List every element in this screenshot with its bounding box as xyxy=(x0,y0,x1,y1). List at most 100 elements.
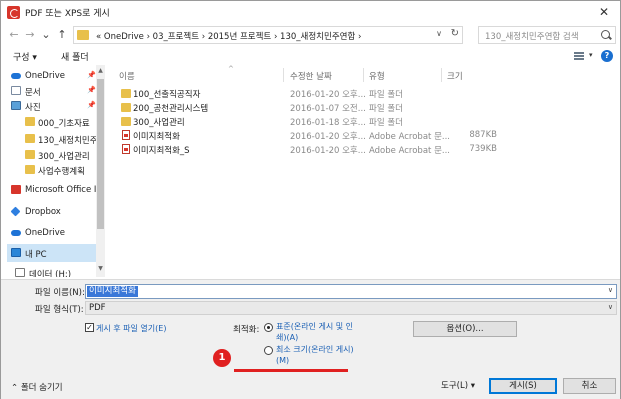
new-folder-button[interactable]: 새 폴더 xyxy=(61,50,89,63)
folder-icon xyxy=(25,150,35,159)
hide-folders-toggle[interactable]: ⌃ 폴더 숨기기 xyxy=(11,381,63,393)
column-header-size[interactable]: 크기 xyxy=(447,70,463,82)
column-divider[interactable] xyxy=(283,68,284,82)
file-row[interactable]: 이미지최적화_S 2016-01-20 오후... Adobe Acrobat … xyxy=(111,142,611,157)
options-button[interactable]: 옵션(O)... xyxy=(413,321,517,337)
chevron-down-icon[interactable]: ∨ xyxy=(608,286,613,294)
pin-icon: 📌 xyxy=(87,86,96,94)
radio-minimum[interactable] xyxy=(264,346,273,355)
refresh-icon[interactable]: ↻ xyxy=(451,28,459,39)
scroll-down-icon[interactable]: ▼ xyxy=(96,265,105,272)
help-icon[interactable]: ? xyxy=(601,50,613,62)
sidebar-item-drive-h[interactable]: 데이터 (H:) xyxy=(7,264,99,277)
office-icon xyxy=(11,185,21,194)
folder-icon xyxy=(121,103,131,112)
search-input[interactable]: 130_새정치민주연합 검색 xyxy=(478,26,616,44)
address-bar[interactable]: « OneDrive › 03_프로젝트 › 2015년 프로젝트 › 130_… xyxy=(73,26,463,44)
cancel-button[interactable]: 취소 xyxy=(563,378,616,394)
breadcrumb[interactable]: « OneDrive › 03_프로젝트 › 2015년 프로젝트 › 130_… xyxy=(96,30,361,42)
file-row[interactable]: 100_선출직공직자 2016-01-20 오후... 파일 폴더 xyxy=(111,86,611,101)
filetype-select[interactable]: PDF ∨ xyxy=(85,301,617,315)
dropbox-icon xyxy=(10,206,21,217)
open-after-publish-label[interactable]: 게시 후 파일 열기(E) xyxy=(96,323,166,334)
recent-dropdown-icon[interactable]: ⌄ xyxy=(39,27,53,43)
file-name: 300_사업관리 xyxy=(133,118,185,128)
document-icon xyxy=(11,86,21,95)
view-options-icon[interactable] xyxy=(574,52,584,60)
sidebar-item-label: 데이터 (H:) xyxy=(29,270,72,277)
file-row[interactable]: 300_사업관리 2016-01-18 오후... 파일 폴더 xyxy=(111,114,611,129)
command-bar: 구성 ▾ 새 폴더 ▾ ? xyxy=(1,47,620,65)
up-button[interactable]: ↑ xyxy=(55,27,69,43)
view-dropdown-icon[interactable]: ▾ xyxy=(589,51,593,59)
file-row[interactable]: 200_공천관리시스템 2016-01-07 오전... 파일 폴더 xyxy=(111,100,611,115)
sidebar-scrollbar[interactable]: ▲ ▼ xyxy=(96,65,105,277)
tools-button[interactable]: 도구(L) ▾ xyxy=(434,378,482,394)
address-dropdown-icon[interactable]: ∨ xyxy=(436,29,442,38)
file-type: 파일 폴더 xyxy=(369,118,403,128)
filename-value[interactable]: 이미지최적화 xyxy=(87,286,138,297)
file-date: 2016-01-20 오후... xyxy=(290,146,366,156)
radio-standard[interactable] xyxy=(264,323,273,332)
sidebar-item-dropbox[interactable]: Dropbox xyxy=(7,203,99,221)
radio-minimum-label[interactable]: 최소 크기(온라인 게시)(M) xyxy=(276,344,356,366)
file-size: 739KB xyxy=(469,144,497,154)
pin-icon: 📌 xyxy=(87,101,96,109)
column-header-type[interactable]: 유형 xyxy=(369,70,385,82)
file-type: 파일 폴더 xyxy=(369,104,403,114)
file-name: 200_공천관리시스템 xyxy=(133,104,209,114)
computer-icon xyxy=(11,248,21,257)
forward-button[interactable]: → xyxy=(23,27,37,43)
title-bar: PDF 또는 XPS로 게시 ✕ xyxy=(1,1,620,23)
sidebar-item-label: 사진 xyxy=(25,103,41,113)
filename-label: 파일 이름(N): xyxy=(35,288,85,298)
sidebar-item-folder[interactable]: 000_기초자료 xyxy=(7,113,99,131)
file-date: 2016-01-20 오후... xyxy=(290,132,366,142)
pin-icon: 📌 xyxy=(87,71,96,79)
file-list: ^ 이름 수정한 날짜 유형 크기 100_선출직공직자 2016-01-20 … xyxy=(111,65,616,277)
search-placeholder: 130_새정치민주연합 검색 xyxy=(485,32,579,42)
file-date: 2016-01-07 오전... xyxy=(290,104,366,114)
sidebar-item-office[interactable]: Microsoft Office I xyxy=(7,181,99,199)
folder-icon xyxy=(121,117,131,126)
folder-icon xyxy=(25,117,35,126)
sidebar-item-label: 사업수행계획 xyxy=(38,167,85,177)
sidebar-item-label: Microsoft Office I xyxy=(25,185,97,195)
folder-icon xyxy=(25,165,35,174)
file-type: 파일 폴더 xyxy=(369,90,403,100)
column-header-date[interactable]: 수정한 날짜 xyxy=(290,70,332,82)
filename-input[interactable]: 이미지최적화 ∨ xyxy=(85,284,617,299)
sidebar-item-label: Dropbox xyxy=(25,207,61,217)
radio-standard-label[interactable]: 표준(온라인 게시 및 인쇄)(A) xyxy=(276,321,354,343)
organize-button[interactable]: 구성 ▾ xyxy=(13,50,37,63)
chevron-down-icon[interactable]: ∨ xyxy=(608,303,613,311)
file-name: 이미지최적화 xyxy=(133,132,180,142)
file-date: 2016-01-20 오후... xyxy=(290,90,366,100)
filetype-value: PDF xyxy=(89,303,106,313)
back-button[interactable]: ← xyxy=(7,27,21,43)
sidebar-item-this-pc[interactable]: 내 PC xyxy=(7,244,99,262)
open-after-publish-checkbox[interactable]: ✓ xyxy=(85,323,94,332)
column-divider[interactable] xyxy=(441,68,442,82)
drive-icon xyxy=(15,268,25,277)
file-row[interactable]: 이미지최적화 2016-01-20 오후... Adobe Acrobat 문.… xyxy=(111,128,611,143)
scroll-thumb[interactable] xyxy=(97,79,104,229)
file-size: 887KB xyxy=(469,130,497,140)
publish-button[interactable]: 게시(S) xyxy=(489,378,557,394)
column-divider[interactable] xyxy=(363,68,364,82)
close-button[interactable]: ✕ xyxy=(594,3,614,21)
search-icon xyxy=(601,30,610,39)
sidebar-item-onedrive[interactable]: OneDrive xyxy=(7,224,99,242)
scroll-up-icon[interactable]: ▲ xyxy=(96,67,105,74)
file-date: 2016-01-18 오후... xyxy=(290,118,366,128)
optimize-label: 최적화: xyxy=(233,325,260,335)
folder-icon xyxy=(77,30,89,40)
save-dialog: PDF 또는 XPS로 게시 ✕ ← → ⌄ ↑ « OneDrive › 03… xyxy=(0,0,621,399)
sidebar-item-label: OneDrive xyxy=(25,71,65,81)
file-type: Adobe Acrobat 문... xyxy=(369,146,450,156)
column-header-name[interactable]: 이름 xyxy=(119,70,135,82)
sidebar-item-label: 내 PC xyxy=(25,250,47,260)
sidebar-item-folder[interactable]: 사업수행계획 xyxy=(7,161,99,179)
sidebar-item-label: 000_기초자료 xyxy=(38,119,90,129)
file-type: Adobe Acrobat 문... xyxy=(369,132,450,142)
